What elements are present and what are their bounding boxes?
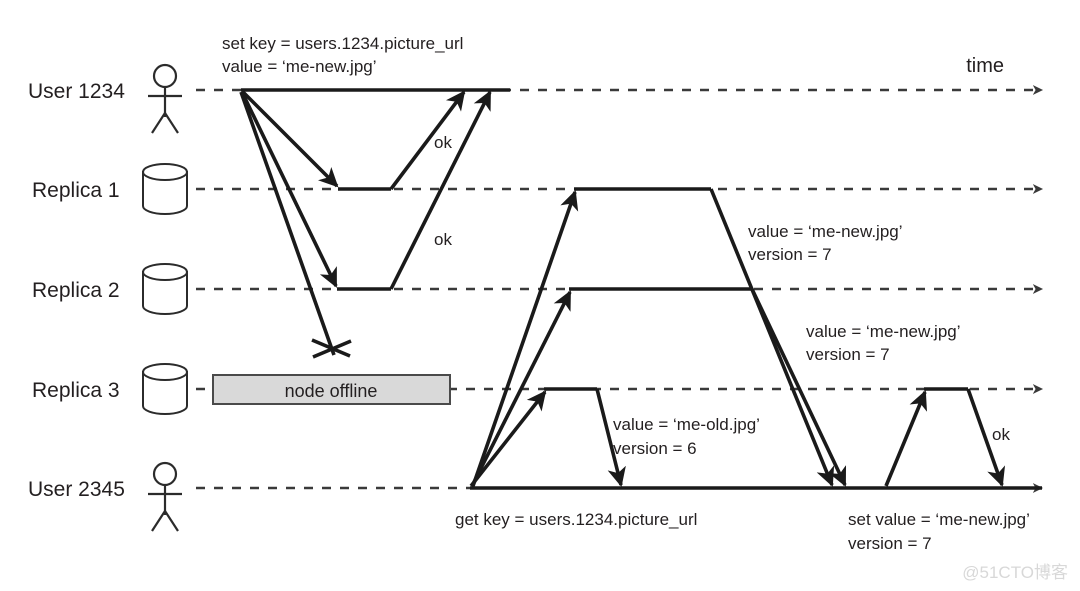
lane-labels-group: User 1234 Replica 1 Replica 2 Replica 3 …	[28, 80, 125, 501]
message-set-to-replica3-failed	[239, 91, 336, 356]
annotation-set-writeback-line1: set value = ‘me-new.jpg’	[848, 510, 1030, 529]
message-ok-replica1-to-user1234	[389, 90, 466, 191]
lane-label-replica3: Replica 3	[32, 379, 120, 402]
annotation-read-repair-r2-line2: version = 7	[806, 345, 890, 364]
annotation-read-repair-r2-line1: value = ‘me-new.jpg’	[806, 322, 961, 341]
time-axis-label: time	[966, 55, 1004, 77]
message-read-repair-set-to-replica3	[884, 390, 927, 487]
annotation-stale-read-line2: version = 6	[613, 439, 697, 458]
annotation-set-writeback-line2: version = 7	[848, 534, 932, 553]
lane-label-user2345: User 2345	[28, 478, 125, 501]
actor-stick-figure-icon-user2345	[148, 461, 182, 532]
message-response-replica2-to-user2345	[750, 288, 847, 487]
message-get-to-replica1	[471, 190, 579, 487]
lane-label-user1234: User 1234	[28, 80, 125, 103]
annotation-set-request-line2: value = ‘me-new.jpg’	[222, 57, 377, 76]
annotation-ok-writeback: ok	[992, 425, 1010, 444]
annotation-ok-replica2: ok	[434, 230, 452, 249]
database-cylinder-icon-replica2	[142, 263, 188, 315]
database-cylinder-icon-replica3	[142, 363, 188, 415]
message-stale-response-replica3-to-user2345	[595, 388, 626, 487]
annotation-stale-read-line1: value = ‘me-old.jpg’	[613, 415, 760, 434]
annotation-read-repair-r1-line1: value = ‘me-new.jpg’	[748, 222, 903, 241]
database-cylinder-icon-replica1	[142, 163, 188, 215]
annotation-ok-replica1: ok	[434, 133, 452, 152]
lane-label-replica2: Replica 2	[32, 279, 120, 302]
annotation-get-request: get key = users.1234.picture_url	[455, 510, 697, 529]
diagram-svg: User 1234 Replica 1 Replica 2 Replica 3 …	[28, 34, 1068, 582]
annotation-set-request-line1: set key = users.1234.picture_url	[222, 34, 463, 53]
annotation-read-repair-r1-line2: version = 7	[748, 245, 832, 264]
actor-stick-figure-icon-user1234	[148, 63, 182, 134]
watermark-label: @51CTO博客	[962, 563, 1068, 582]
message-get-to-replica3	[469, 390, 547, 488]
lane-label-replica1: Replica 1	[32, 179, 120, 202]
node-offline-label: node offline	[285, 381, 378, 401]
sequence-diagram-canvas: User 1234 Replica 1 Replica 2 Replica 3 …	[0, 0, 1080, 591]
